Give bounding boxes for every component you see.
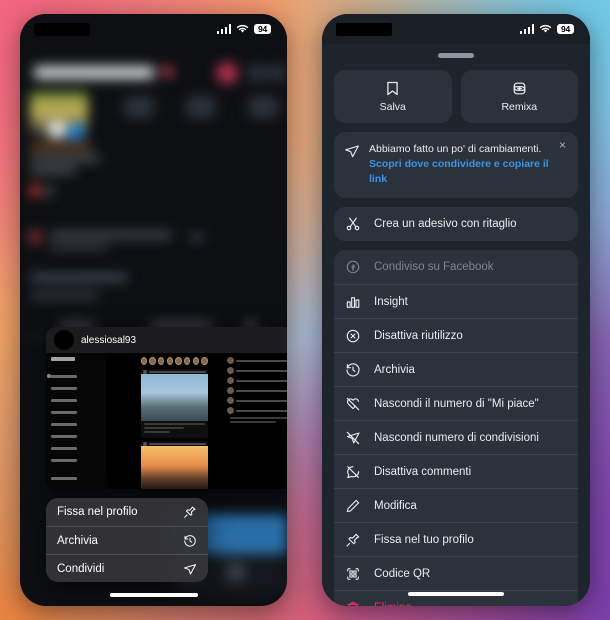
menu-item-label: Codice QR [374,567,431,580]
menu-item-label: Archivia [374,363,415,376]
bar-chart-icon [346,296,360,308]
home-indicator-left [109,593,198,597]
wifi-icon [539,24,552,33]
update-banner[interactable]: Abbiamo fatto un po' di cambiamenti. Sco… [334,131,578,199]
menu-item-disattiva-commenti[interactable]: Disattiva commenti [334,454,578,488]
qr-code-icon [347,567,359,580]
home-indicator-right [408,592,504,596]
banner-link[interactable]: Scopri dove condividere e copiare il lin… [369,157,568,187]
remix-label: Remixa [501,100,538,113]
menu-item-insight[interactable]: Insight [334,284,578,318]
menu-item-disattiva-riutilizzo[interactable]: Disattiva riutilizzo [334,318,578,352]
carrier-redaction [336,22,392,36]
heart-slash-icon [346,397,360,410]
menu-item-label: Fissa nel profilo [57,506,138,518]
menu-item-nascondi-condivisioni[interactable]: Nascondi numero di condivisioni [334,420,578,454]
menu-item-label: Nascondi il numero di "Mi piace" [374,397,539,410]
save-button[interactable]: Salva [334,69,452,123]
menu-item-label: Crea un adesivo con ritaglio [374,218,517,231]
menu-item-label: Insight [374,295,408,308]
menu-item-crea-adesivo[interactable]: Crea un adesivo con ritaglio [334,207,578,241]
action-sheet: Salva Remixa Abbiamo fatto un po' di cam… [322,44,590,606]
bookmark-icon [387,81,398,95]
paper-plane-icon [183,563,197,575]
menu-item-label: Condiviso su Facebook [374,261,494,274]
drag-handle-icon[interactable] [438,53,474,58]
menu-item-label: Disattiva riutilizzo [374,329,463,342]
menu-item-modifica[interactable]: Modifica [334,488,578,522]
menu-item-nascondi-mi-piace[interactable]: Nascondi il numero di "Mi piace" [334,386,578,420]
wifi-icon [236,24,249,33]
cellular-bars-icon [216,24,231,34]
clock-rewind-icon [184,534,196,547]
menu-item-label: Archivia [57,534,98,547]
menu-item-label: Fissa nel tuo profilo [374,533,474,546]
banner-line-1: Abbiamo fatto un po' di cambiamenti. [369,142,542,155]
plane-slash-icon [346,431,360,444]
remix-button[interactable]: Remixa [460,69,578,123]
post-preview-card[interactable]: alessiosal93 [46,327,287,489]
battery-level: 94 [254,23,271,35]
pin-icon [184,506,196,518]
menu-item-fissa-nel-tuo-profilo[interactable]: Fissa nel tuo profilo [334,522,578,556]
menu-item-label: Elimina [374,602,412,606]
battery-level: 94 [557,23,574,35]
preview-header: alessiosal93 [46,327,287,353]
trash-icon [347,601,359,606]
cellular-bars-icon [519,24,534,34]
save-label: Salva [379,100,406,113]
clock-rewind-icon [346,363,360,377]
circle-x-icon [346,329,360,342]
menu-item-condiviso-su-facebook[interactable]: Condiviso su Facebook [334,250,578,284]
comment-slash-icon [347,465,360,478]
quick-actions: Salva Remixa [334,69,578,123]
status-bar-right: 94 [322,14,590,44]
menu-item-archivia[interactable]: Archivia [334,352,578,386]
wallpaper-background: 94 alessiosal93 Fissa nel profilo Archiv… [0,0,610,620]
status-bar-left: 94 [20,14,287,44]
menu-item-label: Condividi [57,562,105,575]
paper-plane-icon [345,144,359,157]
pencil-icon [346,499,360,512]
left-phone-screen: 94 alessiosal93 Fissa nel profilo Archiv… [20,14,287,606]
right-phone-screen: 94 Salva Remixa Abbiamo fatto un po' di … [322,14,590,606]
menu-item-fissa-nel-profilo[interactable]: Fissa nel profilo [46,498,208,526]
menu-item-codice-qr[interactable]: Codice QR [334,556,578,590]
menu-item-archivia[interactable]: Archivia [46,526,208,554]
left-context-menu: Fissa nel profilo Archivia Condividi [46,498,208,582]
facebook-icon [346,260,360,274]
avatar [54,330,74,350]
options-card: Condiviso su Facebook Insight Disattiva … [334,250,578,606]
menu-item-label: Disattiva commenti [374,465,472,478]
sticker-card: Crea un adesivo con ritaglio [334,207,578,242]
menu-item-label: Nascondi numero di condivisioni [374,431,539,444]
preview-username: alessiosal93 [81,334,137,346]
carrier-redaction [34,22,90,36]
close-icon[interactable]: × [556,138,569,152]
remix-icon [513,82,526,94]
preview-image [46,353,287,489]
scissors-icon [346,217,360,231]
menu-item-label: Modifica [374,499,417,512]
menu-item-condividi[interactable]: Condividi [46,554,208,582]
pin-icon [346,533,360,547]
